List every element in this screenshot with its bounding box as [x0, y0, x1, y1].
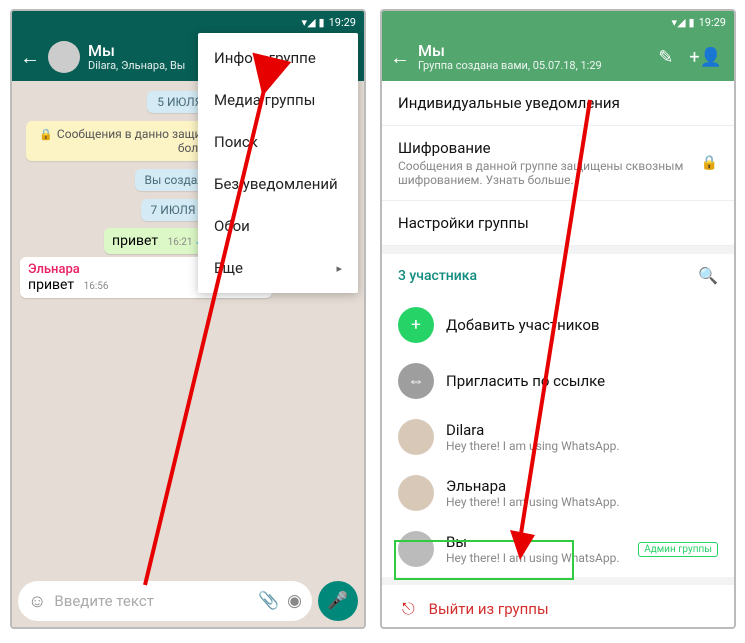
camera-icon[interactable]: ◉ — [287, 591, 302, 611]
avatar — [398, 475, 434, 511]
chevron-right-icon: ▸ — [336, 262, 342, 275]
row-invite-link[interactable]: ⇔ Пригласить по ссылке — [382, 353, 734, 409]
input-placeholder: Введите текст — [54, 592, 250, 610]
menu-item-group-info[interactable]: Инфо о группе — [198, 37, 358, 79]
exit-icon: ⎋ — [402, 599, 415, 619]
menu-item-media[interactable]: Медиа группы — [198, 79, 358, 121]
row-add-participants[interactable]: + Добавить участников — [382, 297, 734, 353]
status-time: 19:29 — [699, 16, 726, 29]
menu-item-wallpaper[interactable]: Обои — [198, 205, 358, 247]
group-info-header: ← Мы Группа создана вами, 05.07.18, 1:29… — [382, 33, 734, 81]
status-bar: ▾◢ ▮ 19:29 — [382, 11, 734, 33]
participant-row[interactable]: Dilara Hey there! I am using WhatsApp. — [382, 409, 734, 465]
signal-icon: ▾◢ — [302, 16, 316, 29]
back-icon[interactable]: ← — [20, 45, 40, 70]
section-gap — [382, 246, 734, 254]
emoji-icon[interactable]: ☺ — [28, 591, 46, 612]
phone-left: ▾◢ ▮ 19:29 ← Мы Dilara, Эльнара, Вы 5 ИЮ… — [10, 9, 366, 629]
battery-icon: ▮ — [319, 16, 325, 29]
row-group-settings[interactable]: Настройки группы — [382, 201, 734, 246]
input-bar: ☺ Введите текст 📎 ◉ 🎤 — [12, 575, 364, 627]
header-texts: Мы Группа создана вами, 05.07.18, 1:29 — [418, 42, 646, 72]
mic-button[interactable]: 🎤 — [318, 581, 358, 621]
admin-badge: Админ группы — [638, 542, 718, 557]
lock-icon: 🔒 — [39, 128, 53, 141]
back-icon[interactable]: ← — [390, 45, 410, 70]
link-icon: ⇔ — [398, 363, 434, 399]
group-avatar[interactable] — [48, 41, 80, 73]
battery-icon: ▮ — [689, 16, 695, 29]
participant-row[interactable]: Эльнара Hey there! I am using WhatsApp. — [382, 465, 734, 521]
group-subtitle: Группа создана вами, 05.07.18, 1:29 — [418, 60, 646, 72]
status-time: 19:29 — [329, 16, 356, 29]
status-bar: ▾◢ ▮ 19:29 — [12, 11, 364, 33]
participants-header: 3 участника 🔍 — [382, 254, 734, 297]
participant-row[interactable]: Вы Hey there! I am using WhatsApp. Админ… — [382, 521, 734, 577]
attach-icon[interactable]: 📎 — [258, 591, 279, 611]
menu-item-search[interactable]: Поиск — [198, 121, 358, 163]
menu-item-more[interactable]: Еще▸ — [198, 247, 358, 289]
group-title: Мы — [418, 42, 646, 60]
menu-item-mute[interactable]: Без уведомлений — [198, 163, 358, 205]
avatar — [398, 531, 434, 567]
row-encryption[interactable]: Шифрование Сообщения в данной группе защ… — [382, 126, 734, 201]
edit-icon[interactable]: ✎ — [654, 43, 677, 72]
message-input[interactable]: ☺ Введите текст 📎 ◉ — [18, 581, 312, 621]
section-gap — [382, 577, 734, 585]
overflow-menu: Инфо о группе Медиа группы Поиск Без уве… — [198, 33, 358, 293]
add-person-icon[interactable]: +👤 — [685, 43, 726, 72]
add-person-icon: + — [398, 307, 434, 343]
settings-body: Индивидуальные уведомления Шифрование Со… — [382, 81, 734, 627]
row-individual-notifications[interactable]: Индивидуальные уведомления — [382, 81, 734, 126]
avatar — [398, 419, 434, 455]
lock-icon: 🔒 — [701, 155, 718, 171]
exit-group-button[interactable]: ⎋ Выйти из группы — [382, 585, 734, 627]
signal-icon: ▾◢ — [672, 16, 686, 29]
search-icon[interactable]: 🔍 — [698, 266, 718, 285]
phone-right: ▾◢ ▮ 19:29 ← Мы Группа создана вами, 05.… — [380, 9, 736, 629]
